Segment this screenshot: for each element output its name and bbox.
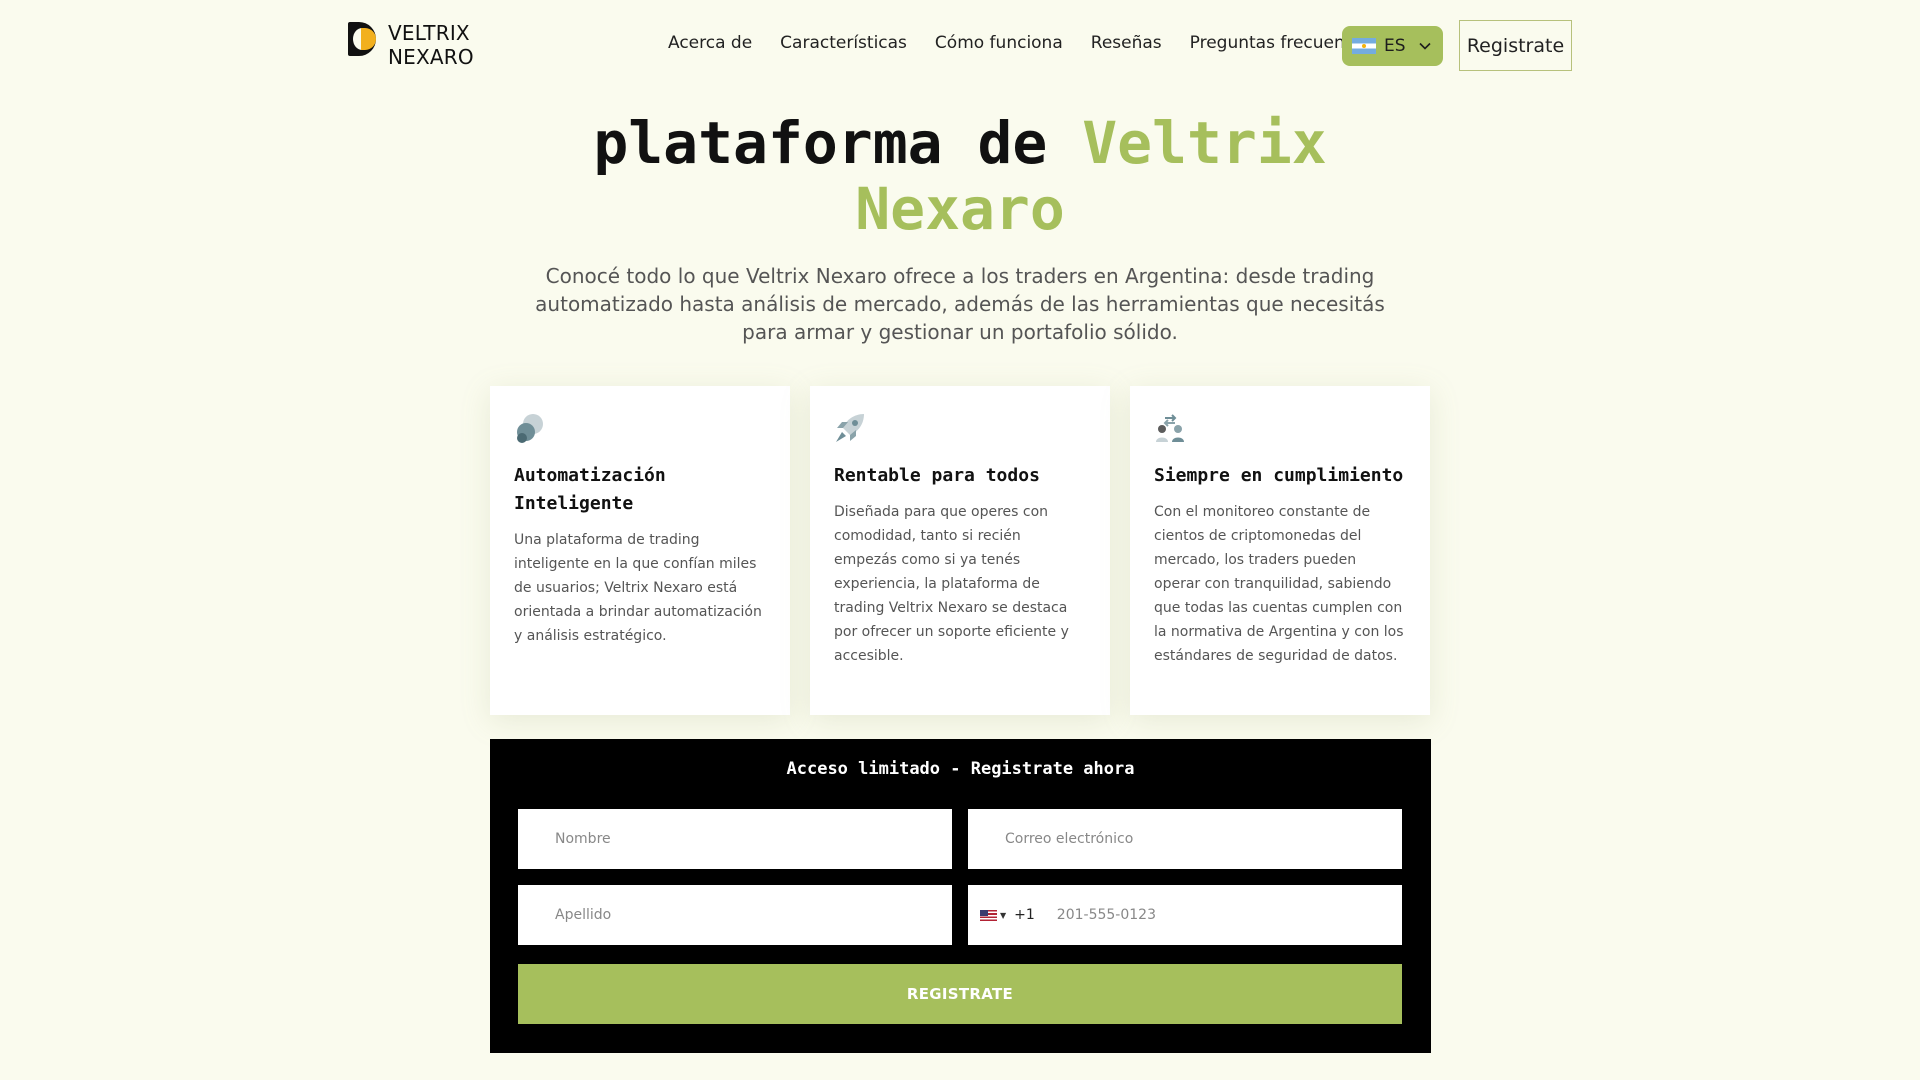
logo-icon xyxy=(348,22,376,56)
header-register-button[interactable]: Registrate xyxy=(1459,20,1572,71)
brand-name-line1: VELTRIX xyxy=(388,21,470,45)
submit-register-button[interactable]: REGISTRATE xyxy=(518,964,1402,1024)
language-selector[interactable]: ES xyxy=(1342,26,1443,66)
page-title: plataforma de Veltrix Nexaro xyxy=(480,110,1440,242)
card-text: Una plataforma de trading inteligente en… xyxy=(514,532,762,644)
nav-link-features[interactable]: Características xyxy=(780,33,907,53)
us-flag-icon[interactable] xyxy=(980,909,997,921)
site-header: VELTRIX NEXARO Acerca de Características… xyxy=(0,0,1920,92)
users-exchange-icon xyxy=(1156,414,1184,442)
registration-form: Acceso limitado - Registrate ahora ▼ +1 … xyxy=(490,739,1431,1053)
card-title: Automatización Inteligente xyxy=(514,465,666,514)
argentina-flag-icon xyxy=(1352,38,1376,54)
phone-field[interactable] xyxy=(1056,907,1377,923)
nav-link-about[interactable]: Acerca de xyxy=(668,33,752,53)
title-prefix: plataforma de xyxy=(593,109,1048,177)
email-field[interactable] xyxy=(968,809,1402,869)
caret-down-icon[interactable]: ▼ xyxy=(1000,911,1006,920)
feature-card-profitable: Rentable para todos Diseñada para que op… xyxy=(810,386,1110,715)
card-text: Con el monitoreo constante de cientos de… xyxy=(1154,504,1404,664)
circles-icon xyxy=(517,414,543,443)
nav-link-how-it-works[interactable]: Cómo funciona xyxy=(935,33,1063,53)
card-title: Siempre en cumplimiento xyxy=(1154,465,1404,486)
hero-subtitle: Conocé todo lo que Veltrix Nexaro ofrece… xyxy=(535,264,1385,344)
card-text: Diseñada para que operes con comodidad, … xyxy=(834,504,1069,664)
form-title: Acceso limitado - Registrate ahora xyxy=(786,759,1135,779)
main-nav: Acerca de Características Cómo funciona … xyxy=(668,33,1371,53)
language-code: ES xyxy=(1384,36,1406,56)
phone-field-group: ▼ +1 xyxy=(968,885,1402,945)
first-name-field[interactable] xyxy=(518,809,952,869)
nav-link-reviews[interactable]: Reseñas xyxy=(1091,33,1162,53)
feature-card-compliance: Siempre en cumplimiento Con el monitoreo… xyxy=(1130,386,1430,715)
brand-name: VELTRIX NEXARO xyxy=(388,21,474,69)
brand-name-line2: NEXARO xyxy=(388,45,474,69)
brand-logo[interactable]: VELTRIX NEXARO xyxy=(348,21,474,69)
feature-card-automation: Automatización Inteligente Una plataform… xyxy=(490,386,790,715)
card-title: Rentable para todos xyxy=(834,465,1040,486)
rocket-icon xyxy=(836,414,864,442)
last-name-field[interactable] xyxy=(518,885,952,945)
phone-dial-code: +1 xyxy=(1014,907,1035,923)
chevron-down-icon xyxy=(1418,42,1431,50)
